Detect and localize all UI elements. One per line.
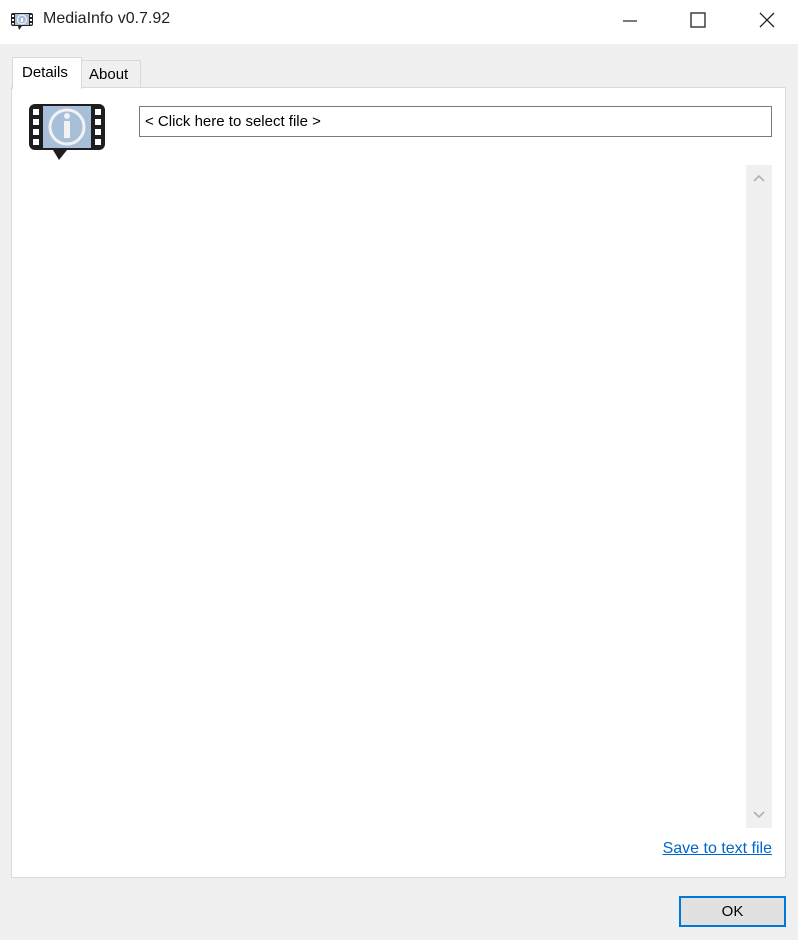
maximize-icon	[690, 12, 706, 28]
minimize-icon	[623, 20, 637, 22]
close-button[interactable]	[744, 0, 790, 40]
tab-about[interactable]: About	[82, 60, 141, 88]
tab-details[interactable]: Details	[12, 57, 82, 89]
app-icon	[11, 13, 33, 30]
maximize-button[interactable]	[675, 0, 721, 40]
chevron-down-icon	[753, 811, 765, 819]
select-file-field[interactable]	[139, 106, 772, 137]
scroll-up-button[interactable]	[746, 165, 772, 191]
minimize-button[interactable]	[607, 0, 653, 40]
save-to-text-file-link[interactable]: Save to text file	[663, 840, 772, 858]
scroll-down-button[interactable]	[746, 802, 772, 828]
tab-details-label: Details	[22, 64, 68, 81]
details-panel: Save to text file	[11, 87, 786, 878]
chevron-up-icon	[753, 174, 765, 182]
mediainfo-logo-icon	[29, 104, 105, 160]
vertical-scrollbar[interactable]	[746, 165, 772, 828]
title-bar: MediaInfo v0.7.92	[0, 0, 798, 44]
close-icon	[759, 12, 775, 28]
ok-button[interactable]: OK	[679, 896, 786, 927]
tab-about-label: About	[89, 66, 129, 83]
window-title: MediaInfo v0.7.92	[43, 10, 171, 27]
